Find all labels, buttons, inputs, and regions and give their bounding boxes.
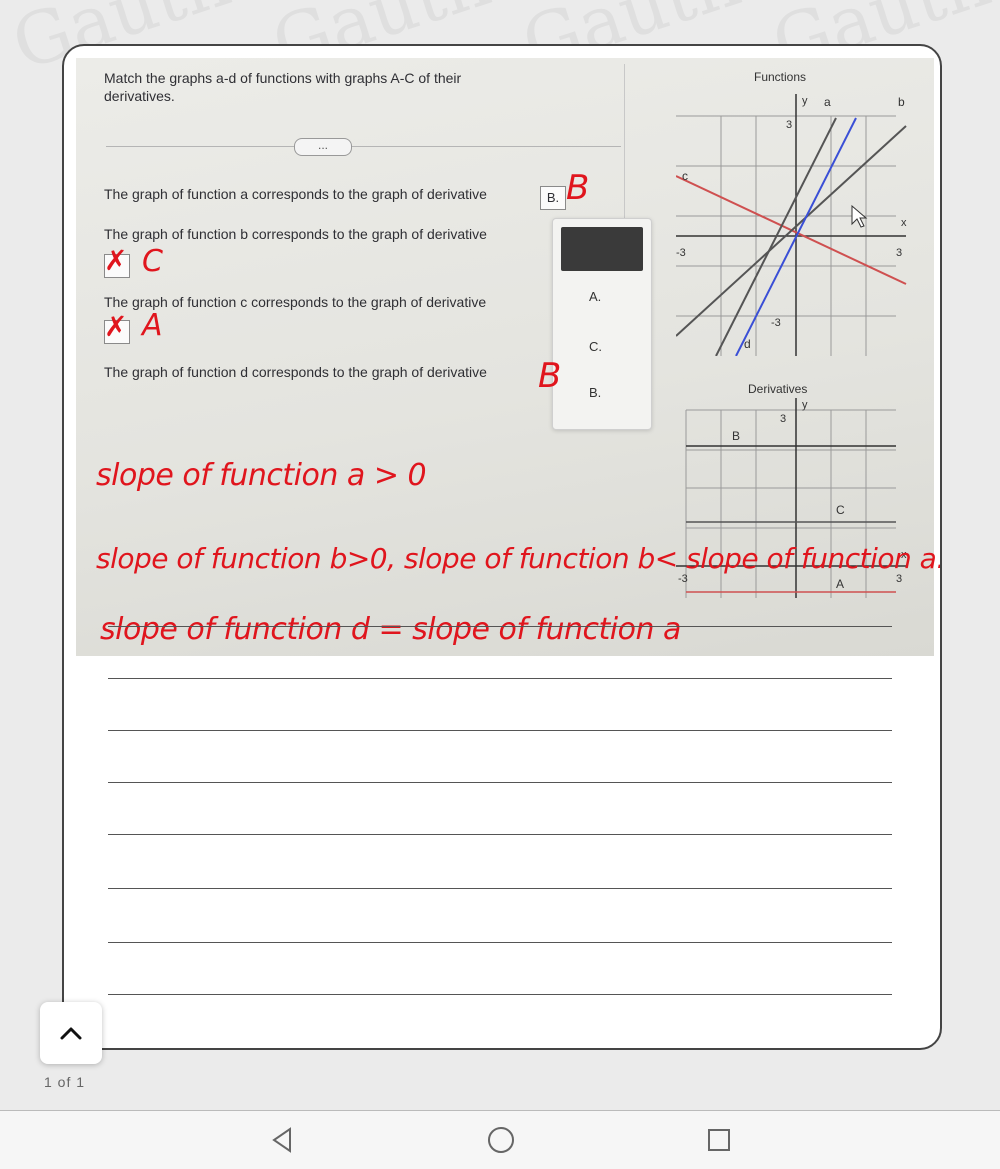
handwritten-answer-d: B xyxy=(538,356,561,396)
label-C: C xyxy=(836,503,845,517)
handwritten-note-1: slope of function a > 0 xyxy=(96,458,427,493)
recents-button[interactable] xyxy=(702,1123,736,1157)
home-button[interactable] xyxy=(484,1123,518,1157)
handwritten-note-3: slope of function d = slope of function … xyxy=(100,612,681,647)
functions-y-label: y xyxy=(802,95,808,107)
item-a-text: The graph of function a corresponds to t… xyxy=(104,186,487,202)
square-recents-icon xyxy=(708,1129,730,1151)
handwritten-note-2: slope of function b>0, slope of function… xyxy=(96,542,942,575)
derivatives-tick-top: 3 xyxy=(780,413,786,425)
handwritten-answer-a: B xyxy=(566,168,589,208)
ruled-line xyxy=(108,678,892,679)
ruled-line xyxy=(108,942,892,943)
functions-tick-right: 3 xyxy=(896,247,902,259)
functions-x-label: x xyxy=(901,217,907,229)
dropdown-option-c[interactable]: C. xyxy=(589,339,602,354)
cursor-icon xyxy=(851,204,868,228)
line-b xyxy=(676,125,907,337)
ruled-line xyxy=(108,994,892,995)
collapse-button[interactable] xyxy=(40,1002,102,1064)
ruled-line xyxy=(108,888,892,889)
ruled-line xyxy=(108,834,892,835)
functions-tick-top: 3 xyxy=(786,119,792,131)
label-a: a xyxy=(824,95,831,109)
label-B: B xyxy=(732,429,740,443)
homework-photo: Match the graphs a-d of functions with g… xyxy=(76,58,940,656)
question-prompt: Match the graphs a-d of functions with g… xyxy=(104,70,462,86)
item-b-text: The graph of function b corresponds to t… xyxy=(104,226,487,242)
dropdown-option-a[interactable]: A. xyxy=(589,289,601,304)
ruled-line xyxy=(108,782,892,783)
derivatives-y-label: y xyxy=(802,399,808,411)
system-nav-bar xyxy=(0,1110,1000,1169)
divider xyxy=(106,146,621,147)
question-prompt-cont: derivatives. xyxy=(104,88,175,104)
answer-card: Match the graphs a-d of functions with g… xyxy=(62,44,942,1050)
functions-graph: 3 -3 3 -3 y x a b c d xyxy=(676,94,907,356)
handwritten-answer-b: C xyxy=(142,244,163,279)
label-c: c xyxy=(682,169,688,183)
label-b: b xyxy=(898,95,905,109)
label-A: A xyxy=(836,577,844,591)
circle-home-icon xyxy=(488,1127,514,1153)
answer-dropdown[interactable]: A. C. B. xyxy=(552,218,652,430)
page-indicator: 1 of 1 xyxy=(44,1074,86,1090)
functions-tick-bottom: -3 xyxy=(771,317,781,329)
ruled-line xyxy=(108,626,892,627)
functions-tick-left: -3 xyxy=(676,247,686,259)
item-d-text: The graph of function d corresponds to t… xyxy=(104,364,487,380)
handwritten-answer-c: A xyxy=(142,308,163,343)
more-button[interactable]: ... xyxy=(294,138,352,156)
handwritten-x-mark: ✗ xyxy=(104,310,127,343)
handwritten-x-mark: ✗ xyxy=(104,244,127,277)
ruled-line xyxy=(108,730,892,731)
triangle-back-icon xyxy=(272,1127,291,1153)
derivatives-title: Derivatives xyxy=(748,382,808,396)
functions-title: Functions xyxy=(754,70,807,84)
chevron-up-icon xyxy=(60,1027,82,1040)
dropdown-selected[interactable] xyxy=(561,227,643,271)
back-button[interactable] xyxy=(266,1123,300,1157)
answer-box-a[interactable]: B. xyxy=(540,186,566,210)
dropdown-option-b[interactable]: B. xyxy=(589,385,601,400)
label-d: d xyxy=(744,337,751,351)
